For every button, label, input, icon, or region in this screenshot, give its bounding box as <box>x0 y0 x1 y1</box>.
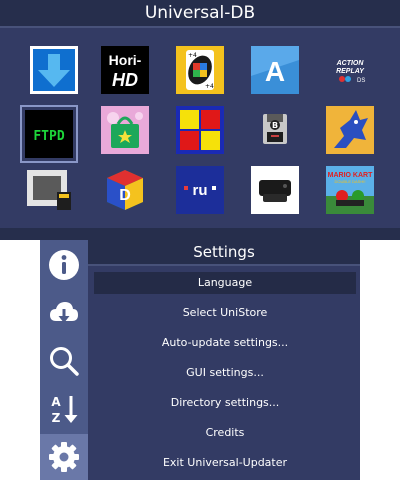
svg-text:+4: +4 <box>188 52 197 59</box>
sidebar: A Z <box>40 240 88 480</box>
svg-text:D: D <box>119 187 131 204</box>
download-arrow-app-icon[interactable] <box>30 46 78 94</box>
svg-text:A: A <box>51 395 61 409</box>
svg-text:Hori-: Hori- <box>109 52 142 68</box>
sidebar-item-search[interactable] <box>40 338 88 384</box>
search-icon <box>50 347 79 376</box>
svg-text:Z: Z <box>52 411 61 425</box>
svg-text:+4: +4 <box>205 83 214 90</box>
sort-az-icon: A Z <box>51 395 78 425</box>
sd-card-screen-app-icon[interactable] <box>25 166 73 214</box>
menu-item-auto-update-settings[interactable]: Auto-update settings... <box>94 332 356 354</box>
menu-item-exit[interactable]: Exit Universal-Updater <box>94 452 356 474</box>
mario-kart-app-icon[interactable]: MARIO KART DOUBLE DASH!! <box>326 166 374 214</box>
info-icon <box>49 250 79 280</box>
svg-text:ru: ru <box>193 182 208 199</box>
svg-text:DS: DS <box>357 78 365 84</box>
svg-text:REPLAY: REPLAY <box>336 68 365 75</box>
n64-cube-app-icon[interactable]: D <box>101 166 149 214</box>
sidebar-item-sort[interactable]: A Z <box>40 386 88 432</box>
gear-icon <box>49 442 79 472</box>
top-footer-bar <box>0 228 400 240</box>
store-title: Universal-DB <box>144 3 256 23</box>
menu-item-select-unistore[interactable]: Select UniStore <box>94 302 356 324</box>
svg-text:B: B <box>272 121 278 130</box>
top-header: Universal-DB <box>0 0 400 28</box>
top-screen: Universal-DB Hori- HD +4 +4 A ACTION REP… <box>0 0 400 240</box>
sidebar-item-info[interactable] <box>40 242 88 288</box>
action-replay-app-icon[interactable]: ACTION REPLAY DS <box>326 46 374 94</box>
floppy-disk-app-icon[interactable]: B <box>251 106 299 154</box>
page-title: Settings <box>193 243 255 261</box>
menu-item-directory-settings[interactable]: Directory settings... <box>94 392 356 414</box>
menu-item-language[interactable]: Language <box>94 272 356 294</box>
cloud-download-icon <box>50 302 78 323</box>
bottom-header: Settings <box>88 240 360 266</box>
menu-item-credits[interactable]: Credits <box>94 422 356 444</box>
svg-text:HD: HD <box>112 70 138 90</box>
uno-card-app-icon[interactable]: +4 +4 <box>176 46 224 94</box>
four-squares-app-icon[interactable] <box>176 106 224 154</box>
svg-text:MARIO KART: MARIO KART <box>328 172 373 179</box>
hori-hd-app-icon[interactable]: Hori- HD <box>101 46 149 94</box>
menu-item-gui-settings[interactable]: GUI settings... <box>94 362 356 384</box>
bottom-screen: A Z Settings Language Select UniStore Au… <box>40 240 360 480</box>
game-console-app-icon[interactable] <box>251 166 299 214</box>
svg-text:DOUBLE DASH!!: DOUBLE DASH!! <box>335 179 366 184</box>
blue-creature-app-icon[interactable] <box>326 106 374 154</box>
sidebar-item-settings[interactable] <box>40 434 88 480</box>
sidebar-item-downloads[interactable] <box>40 290 88 336</box>
ftpd-app-icon[interactable]: FTPD <box>20 105 78 163</box>
svg-text:ACTION: ACTION <box>336 60 365 67</box>
shopping-bag-app-icon[interactable] <box>101 106 149 154</box>
svg-text:A: A <box>265 56 285 87</box>
ru-app-icon[interactable]: ru <box>176 166 224 214</box>
a-letter-app-icon[interactable]: A <box>251 46 299 94</box>
svg-text:FTPD: FTPD <box>33 129 64 144</box>
